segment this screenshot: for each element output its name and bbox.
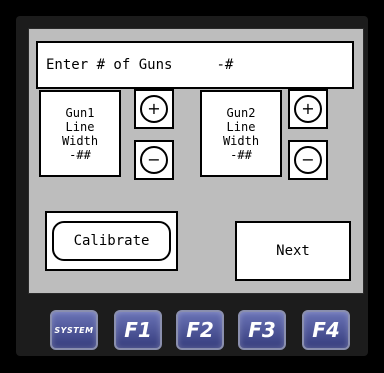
gun2-line-text: Line bbox=[226, 119, 256, 134]
gun1-decrease-button[interactable]: − bbox=[134, 140, 174, 180]
gun-count-entry[interactable]: Enter # of Guns -# bbox=[36, 41, 354, 89]
calibrate-button-frame: Calibrate bbox=[45, 211, 178, 271]
f2-key[interactable]: F2 bbox=[176, 310, 224, 350]
gun2-line-width-display: Gun2 Line Width -## bbox=[200, 90, 282, 177]
system-key[interactable]: SYSTEM bbox=[50, 310, 98, 350]
minus-icon: − bbox=[140, 146, 168, 174]
f3-key[interactable]: F3 bbox=[238, 310, 286, 350]
plus-icon: + bbox=[294, 95, 322, 123]
gun2-increase-button[interactable]: + bbox=[288, 89, 328, 129]
gun1-line-width-display: Gun1 Line Width -## bbox=[39, 90, 121, 177]
touch-screen: Enter # of Guns -# Gun1 Line Width -## + … bbox=[28, 28, 364, 294]
gun1-increase-button[interactable]: + bbox=[134, 89, 174, 129]
gun1-name: Gun1 bbox=[65, 105, 95, 120]
gun2-width-text: Width bbox=[222, 133, 260, 148]
f4-key[interactable]: F4 bbox=[302, 310, 350, 350]
next-button[interactable]: Next bbox=[235, 221, 351, 281]
minus-icon: − bbox=[294, 146, 322, 174]
gun-count-prompt: Enter # of Guns bbox=[46, 57, 173, 73]
gun2-name: Gun2 bbox=[226, 105, 256, 120]
calibrate-button[interactable]: Calibrate bbox=[52, 221, 171, 261]
gun2-width-value: -## bbox=[230, 147, 252, 162]
gun1-line-text: Line bbox=[65, 119, 95, 134]
gun1-width-text: Width bbox=[61, 133, 99, 148]
f1-key[interactable]: F1 bbox=[114, 310, 162, 350]
gun2-decrease-button[interactable]: − bbox=[288, 140, 328, 180]
gun-count-value: -# bbox=[216, 57, 234, 73]
gun1-width-value: -## bbox=[69, 147, 91, 162]
plus-icon: + bbox=[140, 95, 168, 123]
hmi-device: Enter # of Guns -# Gun1 Line Width -## + … bbox=[0, 0, 384, 373]
